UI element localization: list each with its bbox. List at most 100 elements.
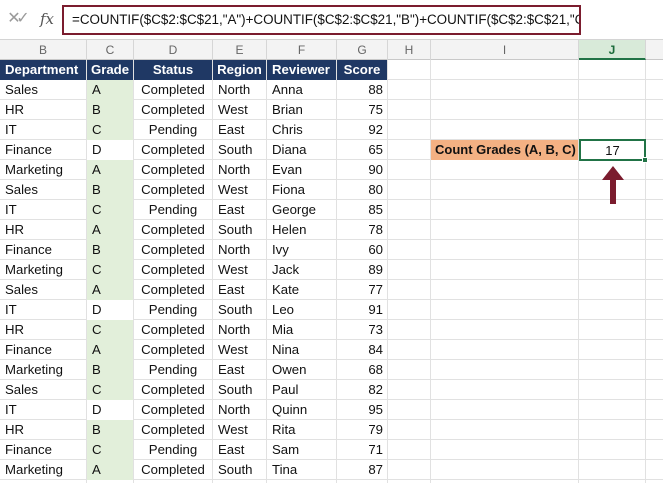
cell-score[interactable]: 78 (337, 220, 387, 240)
cell-reviewer[interactable]: Jack (267, 260, 336, 280)
cell-score[interactable]: 89 (337, 260, 387, 280)
cell-region[interactable]: North (213, 240, 266, 260)
cell-score[interactable]: 84 (337, 340, 387, 360)
column-header-h[interactable]: H (388, 40, 431, 60)
cell-department[interactable]: Finance (0, 240, 86, 260)
header-department[interactable]: Department (0, 60, 86, 80)
cell-status[interactable]: Pending (134, 360, 212, 380)
cell-grade[interactable]: A (87, 460, 133, 480)
formula-input[interactable]: =COUNTIF($C$2:$C$21,"A")+COUNTIF($C$2:$C… (62, 5, 581, 35)
cell-region[interactable]: South (213, 140, 266, 160)
cell-department[interactable]: Sales (0, 380, 86, 400)
cell-score[interactable]: 79 (337, 420, 387, 440)
cell-department[interactable]: HR (0, 420, 86, 440)
cell-grade[interactable]: A (87, 220, 133, 240)
cell-region[interactable]: East (213, 120, 266, 140)
cell-score[interactable]: 80 (337, 180, 387, 200)
cell-region[interactable]: North (213, 160, 266, 180)
cell-score[interactable]: 73 (337, 320, 387, 340)
cell-department[interactable]: IT (0, 400, 86, 420)
header-score[interactable]: Score (337, 60, 387, 80)
cell-status[interactable]: Completed (134, 280, 212, 300)
cell-region[interactable]: West (213, 340, 266, 360)
cell-reviewer[interactable]: Brian (267, 100, 336, 120)
cell-grade[interactable]: C (87, 120, 133, 140)
cell-status[interactable]: Pending (134, 200, 212, 220)
cell-reviewer[interactable]: Quinn (267, 400, 336, 420)
cell-reviewer[interactable]: Owen (267, 360, 336, 380)
cell-department[interactable]: Finance (0, 440, 86, 460)
cell-region[interactable]: North (213, 400, 266, 420)
header-status[interactable]: Status (134, 60, 212, 80)
cell-department[interactable]: Sales (0, 80, 86, 100)
cell-grade[interactable]: C (87, 440, 133, 460)
cell-reviewer[interactable]: Sam (267, 440, 336, 460)
header-grade[interactable]: Grade (87, 60, 133, 80)
cell-grade[interactable]: A (87, 280, 133, 300)
cell-status[interactable]: Completed (134, 340, 212, 360)
cell-department[interactable]: Sales (0, 280, 86, 300)
cell-department[interactable]: Sales (0, 180, 86, 200)
cell-score[interactable]: 75 (337, 100, 387, 120)
cell-reviewer[interactable]: George (267, 200, 336, 220)
worksheet-grid[interactable]: Count Grades (A, B, C) 17 Department Grad… (0, 60, 663, 483)
cell-score[interactable]: 87 (337, 460, 387, 480)
cell-grade[interactable]: A (87, 80, 133, 100)
cell-region[interactable]: South (213, 300, 266, 320)
cell-score[interactable]: 92 (337, 120, 387, 140)
cell-score[interactable]: 65 (337, 140, 387, 160)
cell-region[interactable]: North (213, 320, 266, 340)
cell-status[interactable]: Completed (134, 180, 212, 200)
cell-reviewer[interactable]: Fiona (267, 180, 336, 200)
cell-grade[interactable]: C (87, 200, 133, 220)
column-header-c[interactable]: C (87, 40, 134, 60)
column-header-e[interactable]: E (213, 40, 267, 60)
cell-grade[interactable]: A (87, 160, 133, 180)
cell-score[interactable]: 71 (337, 440, 387, 460)
cell-status[interactable]: Completed (134, 240, 212, 260)
column-header-f[interactable]: F (267, 40, 337, 60)
cell-region[interactable]: South (213, 460, 266, 480)
cell-score[interactable]: 60 (337, 240, 387, 260)
column-header-j[interactable]: J (579, 40, 646, 60)
cell-department[interactable]: IT (0, 200, 86, 220)
header-reviewer[interactable]: Reviewer (267, 60, 336, 80)
cell-status[interactable]: Completed (134, 320, 212, 340)
count-grades-result[interactable]: 17 (579, 139, 646, 161)
cell-reviewer[interactable]: Ivy (267, 240, 336, 260)
cell-region[interactable]: North (213, 80, 266, 100)
cell-region[interactable]: West (213, 260, 266, 280)
cell-status[interactable]: Completed (134, 220, 212, 240)
cell-score[interactable]: 85 (337, 200, 387, 220)
cell-score[interactable]: 95 (337, 400, 387, 420)
cell-region[interactable]: West (213, 420, 266, 440)
column-header-d[interactable]: D (134, 40, 213, 60)
cell-reviewer[interactable]: Chris (267, 120, 336, 140)
cell-score[interactable]: 90 (337, 160, 387, 180)
cell-region[interactable]: East (213, 440, 266, 460)
cell-grade[interactable]: D (87, 300, 133, 320)
cell-status[interactable]: Completed (134, 260, 212, 280)
cell-region[interactable]: South (213, 220, 266, 240)
cell-grade[interactable]: C (87, 260, 133, 280)
cell-grade[interactable]: D (87, 140, 133, 160)
cell-grade[interactable]: B (87, 240, 133, 260)
cell-reviewer[interactable]: Tina (267, 460, 336, 480)
cell-reviewer[interactable]: Leo (267, 300, 336, 320)
header-region[interactable]: Region (213, 60, 266, 80)
cell-score[interactable]: 68 (337, 360, 387, 380)
cell-department[interactable]: Marketing (0, 160, 86, 180)
cell-score[interactable]: 91 (337, 300, 387, 320)
cell-reviewer[interactable]: Anna (267, 80, 336, 100)
cell-reviewer[interactable]: Rita (267, 420, 336, 440)
column-header-i[interactable]: I (431, 40, 579, 60)
cell-status[interactable]: Completed (134, 100, 212, 120)
cell-department[interactable]: IT (0, 120, 86, 140)
cell-grade[interactable]: C (87, 320, 133, 340)
cell-status[interactable]: Completed (134, 460, 212, 480)
cell-region[interactable]: East (213, 360, 266, 380)
cell-status[interactable]: Completed (134, 140, 212, 160)
cell-department[interactable]: HR (0, 320, 86, 340)
cell-status[interactable]: Pending (134, 300, 212, 320)
cell-reviewer[interactable]: Mia (267, 320, 336, 340)
